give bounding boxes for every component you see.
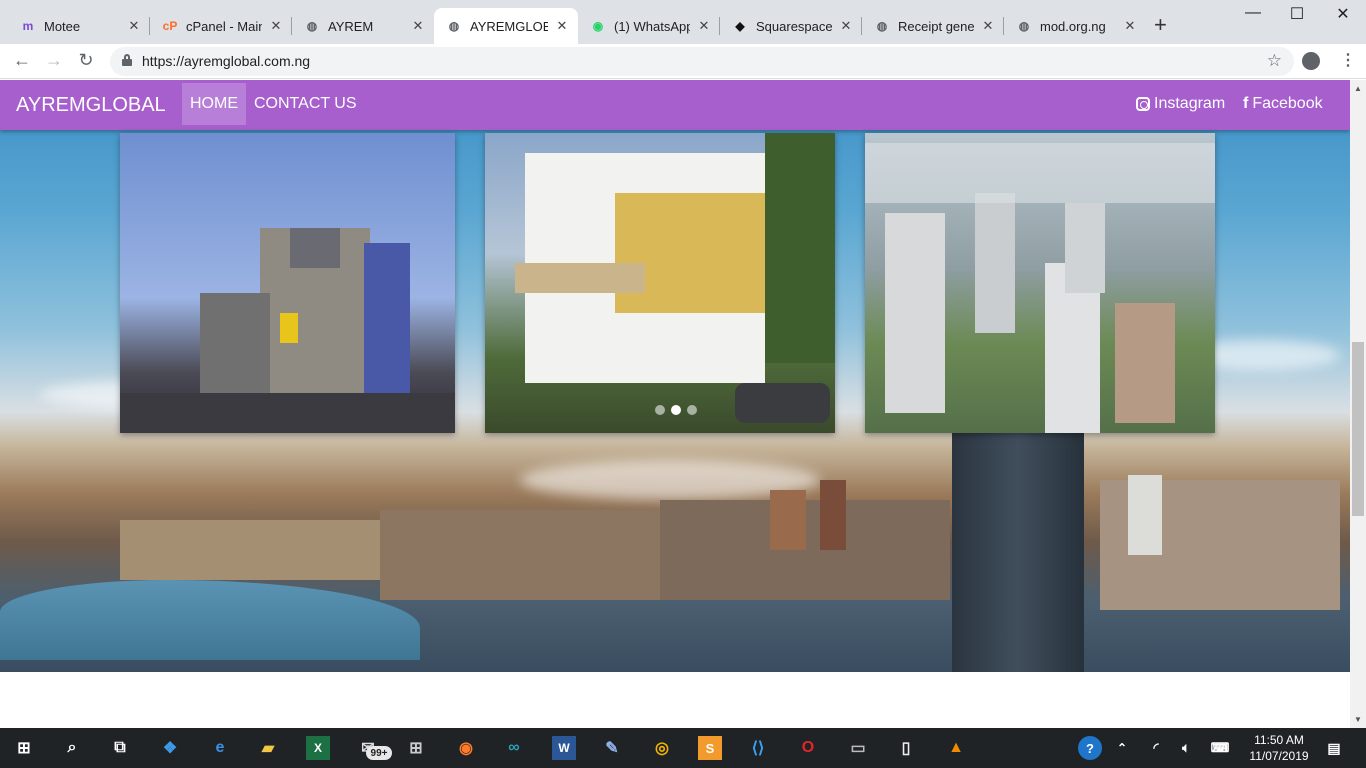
close-icon[interactable]: ✕ <box>980 18 996 34</box>
globe-icon: ◍ <box>448 19 460 33</box>
close-icon[interactable]: ✕ <box>838 18 854 34</box>
globe-icon: ◍ <box>876 19 888 33</box>
firefox-icon[interactable]: ◉ <box>454 736 478 760</box>
nav-contact-us[interactable]: CONTACT US <box>246 83 365 125</box>
facebook-icon: f <box>1243 95 1249 112</box>
excel-icon[interactable]: X <box>306 736 330 760</box>
clock-date: 11/07/2019 <box>1249 749 1309 763</box>
bookmark-star-icon[interactable]: ☆ <box>1267 51 1282 71</box>
facebook-link[interactable]: f Facebook <box>1243 95 1323 113</box>
file-explorer-icon[interactable]: ▰ <box>256 736 280 760</box>
search-icon[interactable]: ⌕ <box>60 736 84 760</box>
browser-tabstrip: m Motee ✕ cP cPanel - Main ✕ ◍ AYREM ✕ ◍… <box>0 0 1366 44</box>
facebook-label: Facebook <box>1252 95 1323 112</box>
terminal-icon[interactable]: ▭ <box>846 736 870 760</box>
volume-icon[interactable]: 🔈︎ <box>1174 736 1198 760</box>
skyscraper <box>952 430 1084 672</box>
windows-taskbar: ⊞ ⌕ ⧉ ❖ e ▰ X ✉ 99+ ⊞ ◉ ∞ W ✎ ◎ S ⟨⟩ O ▭… <box>0 728 1366 768</box>
system-clock[interactable]: 11:50 AM 11/07/2019 <box>1244 732 1314 764</box>
close-icon[interactable]: ✕ <box>1122 18 1138 34</box>
motee-icon: m <box>22 19 34 33</box>
tab-receipt[interactable]: ◍ Receipt genera ✕ <box>862 8 1004 44</box>
notification-badge: 99+ <box>366 746 392 760</box>
tab-title: AYREMGLOBAL <box>470 18 548 34</box>
chevron-up-icon[interactable]: ⌃ <box>1110 736 1134 760</box>
minimize-button[interactable]: — <box>1230 4 1276 22</box>
edge-icon[interactable]: e <box>208 736 232 760</box>
carousel-indicators <box>655 405 697 415</box>
task-view-icon[interactable]: ⧉ <box>108 736 132 760</box>
browser-toolbar: ← → ↻ https://ayremglobal.com.ng ☆ <box>0 44 1366 79</box>
cpanel-icon: cP <box>162 19 178 33</box>
carousel-image-3[interactable] <box>865 133 1215 433</box>
vscode-icon[interactable]: ⟨⟩ <box>746 736 770 760</box>
url-text[interactable]: https://ayremglobal.com.ng <box>142 53 310 69</box>
close-icon[interactable]: ✕ <box>696 18 712 34</box>
new-tab-button[interactable]: + <box>1154 14 1167 36</box>
word-icon[interactable]: W <box>552 736 576 760</box>
instagram-label: Instagram <box>1154 95 1226 112</box>
tab-title: (1) WhatsApp <box>614 18 690 34</box>
tab-title: cPanel - Main <box>186 18 262 34</box>
tab-squarespace[interactable]: ◆ Squarespace E ✕ <box>720 8 862 44</box>
notepad-icon[interactable]: ▯ <box>894 736 918 760</box>
carousel-image-1[interactable] <box>120 133 455 433</box>
arduino-icon[interactable]: ∞ <box>502 736 526 760</box>
tab-cpanel[interactable]: cP cPanel - Main ✕ <box>150 8 292 44</box>
wifi-icon[interactable]: ◜ <box>1144 736 1168 760</box>
forward-arrow-icon[interactable]: → <box>42 50 66 71</box>
carousel-dot-3[interactable] <box>687 405 697 415</box>
instagram-link[interactable]: Instagram <box>1136 95 1225 113</box>
reload-icon[interactable]: ↻ <box>74 50 98 71</box>
whatsapp-icon: ◉ <box>592 19 604 33</box>
page-scrollbar[interactable]: ▲ ▼ <box>1350 80 1366 728</box>
back-arrow-icon[interactable]: ← <box>10 50 34 71</box>
squarespace-icon: ◆ <box>735 19 745 33</box>
opera-icon[interactable]: O <box>796 736 820 760</box>
vlc-icon[interactable]: ▲ <box>944 736 968 760</box>
globe-icon: ◍ <box>1018 19 1030 33</box>
tab-mod[interactable]: ◍ mod.org.ng ✕ <box>1004 8 1146 44</box>
page-viewport: AYREMGLOBAL HOME CONTACT US Instagram f … <box>0 80 1350 728</box>
close-icon[interactable]: ✕ <box>410 18 426 34</box>
close-icon[interactable]: ✕ <box>268 18 284 34</box>
tab-whatsapp[interactable]: ◉ (1) WhatsApp ✕ <box>578 8 720 44</box>
close-window-button[interactable]: ✕ <box>1320 4 1366 24</box>
notifications-icon[interactable]: ▤ <box>1322 736 1346 760</box>
tab-title: mod.org.ng <box>1040 18 1106 34</box>
tab-title: Squarespace E <box>756 18 832 34</box>
maximize-button[interactable]: ☐ <box>1274 4 1320 24</box>
carousel-image-2[interactable] <box>485 133 835 433</box>
help-icon[interactable]: ? <box>1078 736 1102 760</box>
carousel-dot-1[interactable] <box>655 405 665 415</box>
carousel-dot-2[interactable] <box>671 405 681 415</box>
tab-title: Receipt genera <box>898 18 974 34</box>
windows-start-icon[interactable]: ⊞ <box>12 736 36 760</box>
profile-avatar-icon[interactable] <box>1302 52 1320 70</box>
nav-home[interactable]: HOME <box>182 83 246 125</box>
instagram-icon <box>1136 97 1150 111</box>
close-icon[interactable]: ✕ <box>554 18 570 34</box>
close-icon[interactable]: ✕ <box>126 18 142 34</box>
store-icon[interactable]: ⊞ <box>404 736 428 760</box>
sublime-icon[interactable]: S <box>698 736 722 760</box>
globe-icon: ◍ <box>306 19 318 33</box>
dropbox-icon[interactable]: ❖ <box>158 736 182 760</box>
scrollbar-thumb[interactable] <box>1352 342 1364 516</box>
tab-ayrem[interactable]: ◍ AYREM ✕ <box>292 8 434 44</box>
keyboard-icon[interactable]: ⌨ <box>1208 736 1232 760</box>
lock-icon <box>122 54 132 66</box>
site-brand[interactable]: AYREMGLOBAL <box>16 94 166 117</box>
tab-title: Motee <box>44 18 81 34</box>
browser-menu-icon[interactable]: ⋮ <box>1340 50 1356 70</box>
clock-time: 11:50 AM <box>1254 733 1304 747</box>
site-navbar: AYREMGLOBAL HOME CONTACT US Instagram f … <box>0 80 1350 130</box>
tab-title: AYREM <box>328 18 374 34</box>
pen-tool-icon[interactable]: ✎ <box>600 736 624 760</box>
chrome-icon[interactable]: ◎ <box>650 736 674 760</box>
address-bar[interactable]: https://ayremglobal.com.ng ☆ <box>110 47 1294 76</box>
tab-ayremglobal[interactable]: ◍ AYREMGLOBAL ✕ <box>434 8 578 44</box>
tab-motee[interactable]: m Motee ✕ <box>8 8 150 44</box>
